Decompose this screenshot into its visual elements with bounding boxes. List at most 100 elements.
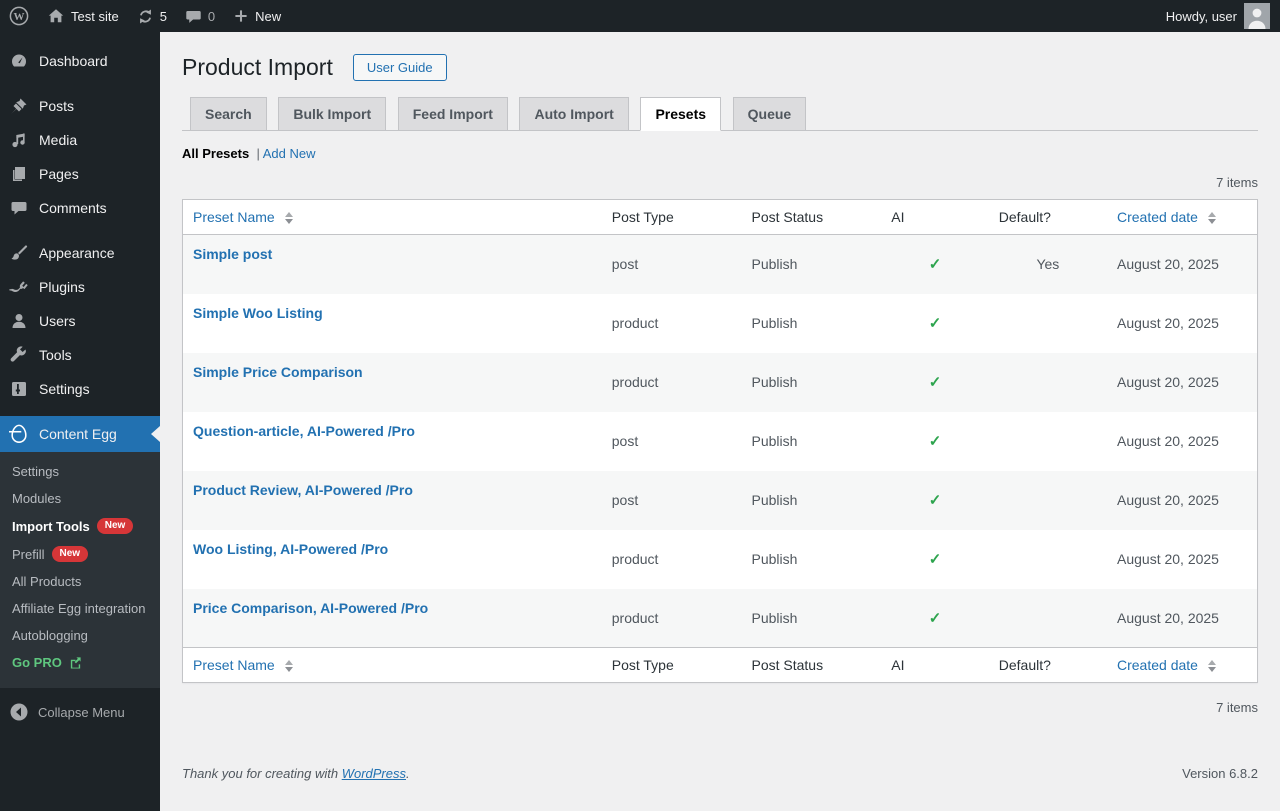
content-egg-icon [9,424,27,443]
cell-default [989,471,1107,530]
sidebar-item-dashboard[interactable]: Dashboard [0,44,160,78]
column-footer-preset-name[interactable]: Preset Name [182,647,602,683]
cell-default [989,294,1107,353]
ai-check-icon: ✓ [928,315,942,333]
sidebar-item-tools[interactable]: Tools [0,338,160,372]
new-badge: New [51,546,89,562]
collapse-menu-label: Collapse Menu [38,704,125,720]
current-menu-arrow [151,426,160,442]
preset-link[interactable]: Product Review, AI-Powered /Pro [193,482,413,498]
sidebar-item-label: Plugins [39,279,85,295]
tab-queue[interactable]: Queue [732,96,807,131]
table-footer-row: Preset Name Post Type Post Status AI Def… [182,647,1258,683]
wordpress-link[interactable]: WordPress [342,766,406,781]
sidebar-item-plugins[interactable]: Plugins [0,270,160,304]
cell-default [989,412,1107,471]
cell-default [989,530,1107,589]
items-count-top: 7 items [1216,175,1258,191]
avatar[interactable] [1244,3,1270,29]
sort-indicator-icon [1207,212,1216,225]
cell-post-type: product [611,374,659,391]
new-label: New [255,8,282,24]
new-badge: New [96,518,134,534]
cell-post-status: Publish [751,551,798,568]
sidebar-item-label: Tools [39,347,72,363]
content-egg-submenu: Settings Modules Import Tools New Prefil… [0,452,160,688]
preset-link[interactable]: Woo Listing, AI-Powered /Pro [193,541,388,557]
sidebar-item-content-egg[interactable]: Content Egg [0,416,160,452]
add-new-link[interactable]: Add New [263,146,316,161]
my-account-menu-item[interactable]: Howdy, user [1159,0,1244,32]
submenu-item-affiliate-egg-integration[interactable]: Affiliate Egg integration [0,595,160,622]
media-icon [12,133,25,148]
wrench-icon [10,346,26,362]
pushpin-icon [11,98,27,114]
wordpress-logo-icon[interactable]: W [0,0,38,32]
updates-menu-item[interactable]: 5 [128,0,176,32]
external-link-icon [70,657,81,669]
submenu-item-go-pro[interactable]: Go PRO [0,649,160,676]
version-text: Version 6.8.2 [1182,766,1258,782]
table-row: Question-article, AI-Powered /Pro post P… [183,412,1258,471]
submenu-item-import-tools[interactable]: Import Tools New [0,512,160,540]
user-icon [12,314,26,328]
sidebar-item-users[interactable]: Users [0,304,160,338]
collapse-arrow-icon [10,703,28,721]
cell-default: Yes [1036,256,1060,273]
column-footer-ai: AI [881,647,989,683]
column-footer-created-date[interactable]: Created date [1107,647,1258,683]
table-row: Price Comparison, AI-Powered /Pro produc… [182,588,1258,648]
admin-bar: W Test site 5 0 New Howdy, user [0,0,1280,32]
sidebar-item-appearance[interactable]: Appearance [0,236,160,270]
sidebar-item-comments[interactable]: Comments [0,191,160,225]
submenu-item-all-products[interactable]: All Products [0,568,160,595]
sidebar-item-label: Users [39,313,76,329]
sidebar-item-media[interactable]: Media [0,123,160,157]
paintbrush-icon [11,245,28,260]
collapse-menu-button[interactable]: Collapse Menu [0,693,160,731]
preset-link[interactable]: Price Comparison, AI-Powered /Pro [193,600,428,616]
sidebar-item-posts[interactable]: Posts [0,89,160,123]
column-footer-default: Default? [988,647,1107,683]
submenu-item-settings[interactable]: Settings [0,458,160,485]
presets-table: Preset Name Post Type Post Status AI Def… [182,199,1258,684]
views-separator: | [256,146,260,162]
cell-post-type: product [611,609,659,626]
site-menu-item[interactable]: Test site [38,0,128,32]
view-all-presets[interactable]: All Presets [182,146,249,161]
sidebar-item-pages[interactable]: Pages [0,157,160,191]
updates-icon [139,9,151,23]
updates-count: 5 [159,8,167,24]
tab-bulk-import[interactable]: Bulk Import [278,96,387,131]
sidebar-item-label: Appearance [39,245,115,261]
menu-separator [0,78,160,89]
tab-bar: Search Bulk Import Feed Import Auto Impo… [182,96,1258,132]
tab-search[interactable]: Search [190,96,267,131]
comments-menu-item[interactable]: 0 [176,0,224,32]
table-row: Product Review, AI-Powered /Pro post Pub… [182,470,1258,530]
views-bar: All Presets | Add New [182,146,1258,161]
cell-created-date: August 20, 2025 [1117,551,1219,568]
submenu-item-modules[interactable]: Modules [0,485,160,512]
preset-link[interactable]: Question-article, AI-Powered /Pro [193,423,415,439]
sidebar-item-label: Content Egg [39,426,117,442]
new-menu-item[interactable]: New [224,0,290,32]
column-header-created-date[interactable]: Created date [1107,199,1258,236]
cell-created-date: August 20, 2025 [1117,256,1219,273]
ai-check-icon: ✓ [928,433,942,451]
preset-link[interactable]: Simple post [193,246,272,262]
cell-default [989,589,1107,648]
cell-post-type: post [611,433,639,450]
tab-presets[interactable]: Presets [640,96,722,132]
user-guide-button[interactable]: User Guide [352,54,447,82]
preset-link[interactable]: Simple Price Comparison [193,364,363,380]
tab-auto-import[interactable]: Auto Import [519,96,629,131]
submenu-item-autoblogging[interactable]: Autoblogging [0,622,160,649]
tab-feed-import[interactable]: Feed Import [397,96,508,131]
cell-post-type: post [611,256,639,273]
submenu-item-prefill[interactable]: Prefill New [0,540,160,568]
preset-link[interactable]: Simple Woo Listing [193,305,323,321]
column-header-preset-name[interactable]: Preset Name [182,199,602,236]
table-row: Simple Woo Listing product Publish ✓ Aug… [183,294,1258,353]
sidebar-item-settings[interactable]: Settings [0,372,160,406]
